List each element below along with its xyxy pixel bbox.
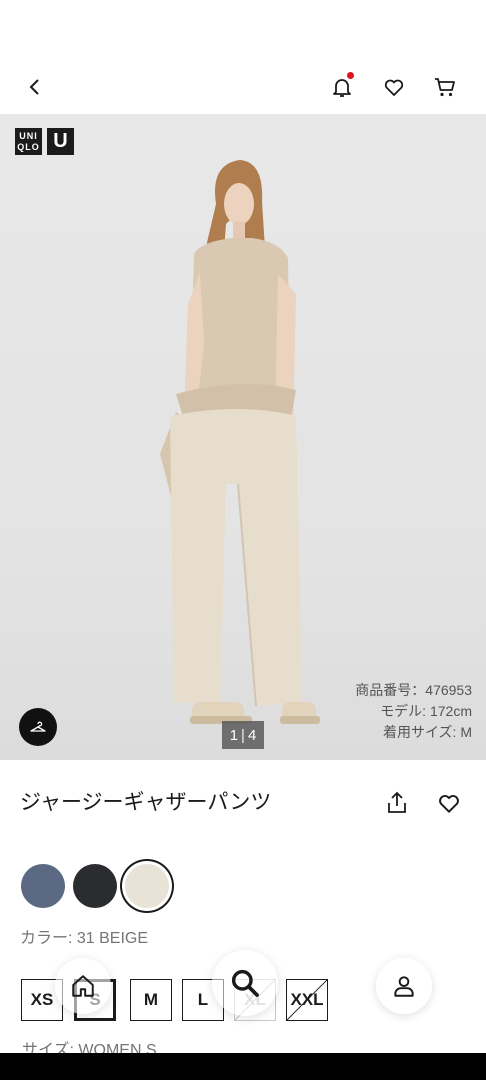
color-swatch-blue[interactable]	[21, 864, 65, 908]
color-label: カラー: 31 BEIGE	[20, 930, 149, 947]
back-button[interactable]	[20, 72, 50, 102]
system-navigation-bar	[0, 1053, 486, 1080]
image-counter: 1 | 4	[222, 721, 264, 749]
product-image-carousel[interactable]: UNI QLO U 商品番号：476953 モデル: 172cm 着用サイズ: …	[0, 114, 486, 760]
hanger-icon	[30, 721, 46, 732]
chevron-left-icon	[29, 79, 39, 95]
uniqlo-logo: UNI QLO	[15, 128, 42, 155]
account-button[interactable]	[376, 958, 432, 1014]
add-to-favorites-button[interactable]	[436, 790, 462, 820]
cart-button[interactable]	[430, 72, 460, 102]
home-icon	[72, 975, 94, 997]
heart-icon	[384, 79, 404, 96]
unavailable-slash	[287, 980, 327, 1020]
top-bar	[0, 60, 486, 114]
cart-icon	[435, 78, 455, 97]
color-swatch-black[interactable]	[73, 864, 117, 908]
product-title: ジャージーギャザーパンツ	[20, 790, 272, 814]
color-swatch-beige[interactable]	[125, 864, 169, 908]
product-meta: 商品番号：476953 モデル: 172cm 着用サイズ: M	[355, 680, 472, 743]
user-icon	[394, 976, 414, 997]
model-photo	[160, 160, 320, 724]
heart-icon	[439, 794, 459, 813]
share-button[interactable]	[384, 790, 410, 820]
search-icon	[231, 969, 259, 997]
size-m-button[interactable]: M	[130, 979, 172, 1021]
notification-badge	[347, 72, 354, 79]
size-xxl-button[interactable]: XXL	[286, 979, 328, 1021]
share-icon	[388, 791, 406, 813]
home-button[interactable]	[55, 958, 111, 1014]
favorites-button[interactable]	[379, 72, 409, 102]
outfit-button[interactable]	[19, 708, 57, 746]
model-size: 着用サイズ: M	[382, 724, 472, 740]
search-button[interactable]	[212, 950, 278, 1016]
product-number: 商品番号：476953	[355, 682, 472, 698]
notifications-button[interactable]	[327, 72, 357, 102]
model-height: モデル: 172cm	[380, 703, 472, 719]
uniqlo-u-logo: U	[47, 128, 74, 155]
